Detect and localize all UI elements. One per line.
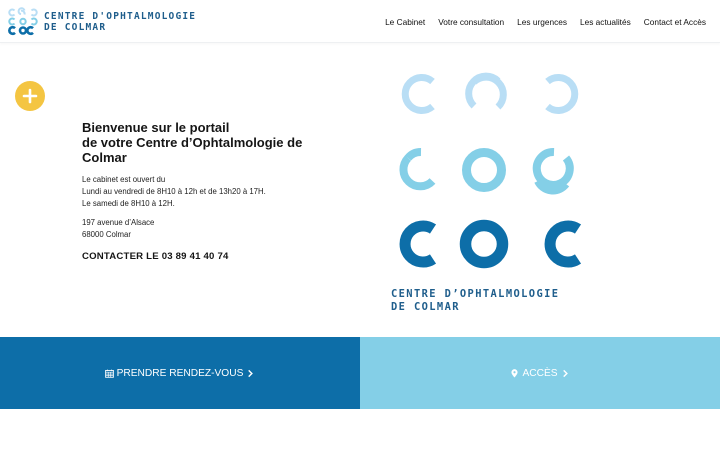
- title-line2: de votre Centre d’Ophtalmologie de: [82, 135, 303, 150]
- coc-large-logo-icon: [399, 72, 582, 269]
- opening-hours: Le cabinet est ouvert du Lundi au vendre…: [82, 174, 352, 210]
- title-line3: Colmar: [82, 150, 127, 165]
- plus-icon: [22, 88, 38, 104]
- nav-les-actualites[interactable]: Les actualités: [580, 17, 631, 27]
- hours-line2: Lundi au vendredi de 8H10 à 12h et de 13…: [82, 187, 266, 196]
- appointment-text: PRENDRE RENDEZ-VOUS: [116, 367, 244, 379]
- logo-text: CENTRE D'OPHTALMOLOGIE DE COLMAR: [44, 11, 196, 33]
- address-line1: 197 avenue d’Alsace: [82, 218, 155, 227]
- logo-line1: CENTRE D'OPHTALMOLOGIE: [44, 11, 197, 22]
- main-nav: Le Cabinet Votre consultation Les urgenc…: [385, 0, 706, 43]
- nav-le-cabinet[interactable]: Le Cabinet: [385, 17, 425, 27]
- nav-les-urgences[interactable]: Les urgences: [517, 17, 567, 27]
- contact-phone[interactable]: CONTACTER LE 03 89 41 40 74: [82, 251, 352, 262]
- page-title: Bienvenue sur le portail de votre Centre…: [82, 120, 352, 165]
- appointment-label: PRENDRE RENDEZ-VOUS: [104, 367, 256, 379]
- chevron-right-icon: [562, 369, 568, 377]
- logo-line2: DE COLMAR: [44, 22, 107, 33]
- large-logo-text: CENTRE D’OPHTALMOLOGIE DE COLMAR: [391, 288, 559, 314]
- nav-contact-acces[interactable]: Contact et Accès: [644, 17, 706, 27]
- access-label: ACCÈS: [510, 368, 569, 379]
- plus-button[interactable]: [15, 81, 45, 111]
- chevron-right-icon: [248, 369, 254, 377]
- map-marker-icon: [511, 368, 518, 378]
- access-text: ACCÈS: [522, 367, 558, 379]
- large-logo-line2: DE COLMAR: [391, 301, 460, 313]
- appointment-button[interactable]: PRENDRE RENDEZ-VOUS: [0, 337, 360, 409]
- calendar-icon: [104, 368, 114, 378]
- nav-votre-consultation[interactable]: Votre consultation: [438, 17, 504, 27]
- coc-logo-mark-icon: [8, 7, 38, 36]
- hours-line3: Le samedi de 8H10 à 12H.: [82, 199, 175, 208]
- large-logo-line1: CENTRE D’OPHTALMOLOGIE: [391, 288, 560, 300]
- address: 197 avenue d’Alsace 68000 Colmar: [82, 217, 352, 241]
- address-line2: 68000 Colmar: [82, 230, 131, 239]
- hours-line1: Le cabinet est ouvert du: [82, 175, 166, 184]
- page-footer-area: [0, 409, 720, 450]
- intro-section: Bienvenue sur le portail de votre Centre…: [82, 120, 352, 262]
- access-button[interactable]: ACCÈS: [360, 337, 720, 409]
- site-logo[interactable]: CENTRE D'OPHTALMOLOGIE DE COLMAR: [8, 6, 196, 38]
- site-header: CENTRE D'OPHTALMOLOGIE DE COLMAR Le Cabi…: [0, 0, 720, 43]
- title-line1: Bienvenue sur le portail: [82, 120, 230, 135]
